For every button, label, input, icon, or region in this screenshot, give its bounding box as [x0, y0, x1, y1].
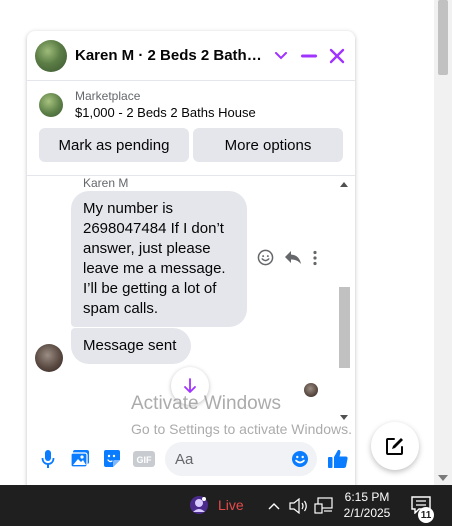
photo-icon[interactable] [69, 448, 91, 470]
listing-panel: Marketplace $1,000 - 2 Beds 2 Baths Hous… [27, 81, 355, 176]
speaker-icon[interactable] [289, 496, 309, 516]
chat-window: Karen M · 2 Beds 2 Baths House Marketpla… [27, 31, 355, 487]
emoji-react-icon[interactable] [257, 249, 274, 271]
sender-avatar[interactable] [35, 344, 63, 372]
chevron-down-icon[interactable] [271, 46, 291, 66]
live-app-icon[interactable] [188, 494, 210, 516]
network-icon[interactable] [314, 496, 334, 516]
listing-thumbnail[interactable] [39, 92, 63, 117]
thumbs-up-icon[interactable] [327, 448, 349, 470]
reply-icon[interactable] [284, 250, 302, 271]
chat-title[interactable]: Karen M · 2 Beds 2 Baths House [75, 47, 263, 64]
message-scrollbar[interactable] [337, 176, 351, 424]
listing-avatar[interactable] [35, 39, 67, 72]
sticker-icon[interactable] [101, 448, 123, 470]
taskbar-clock[interactable]: 6:15 PM 2/1/2025 [340, 489, 394, 521]
message-scrollbar-thumb[interactable] [339, 287, 350, 368]
page-scrollbar[interactable] [434, 0, 452, 485]
message-bubble[interactable]: Message sent [71, 328, 191, 364]
mark-as-pending-button[interactable]: Mark as pending [39, 128, 189, 162]
close-icon[interactable] [327, 46, 347, 66]
message-actions [257, 249, 318, 271]
scroll-to-bottom-button[interactable] [171, 367, 209, 405]
chat-header: Karen M · 2 Beds 2 Baths House [27, 31, 355, 81]
scroll-up-arrow[interactable] [340, 182, 348, 187]
gif-icon[interactable]: GIF [133, 448, 155, 470]
message-input[interactable]: Aa [165, 442, 317, 476]
page-scrollbar-thumb[interactable] [438, 0, 448, 75]
message-list: Karen M My number is 2698047484 If I don… [27, 176, 355, 424]
page-scroll-down-arrow[interactable] [438, 475, 448, 481]
new-message-button[interactable] [371, 422, 419, 470]
message-input-placeholder[interactable]: Aa [175, 451, 291, 468]
composer-bar: GIF Aa [27, 436, 355, 482]
taskbar: Live 6:15 PM 2/1/2025 11 [0, 485, 452, 526]
listing-source-label: Marketplace [75, 89, 141, 103]
sender-name: Karen M [83, 176, 129, 190]
live-label-text: Live [218, 497, 244, 513]
live-label[interactable]: Live [218, 497, 244, 513]
notification-count-badge: 11 [418, 507, 434, 523]
arrow-down-icon [184, 378, 196, 393]
listing-price-title[interactable]: $1,000 - 2 Beds 2 Baths House [75, 105, 256, 120]
scroll-down-arrow[interactable] [340, 415, 348, 420]
minimize-icon[interactable] [299, 46, 319, 66]
svg-text:GIF: GIF [137, 455, 153, 465]
message-bubble[interactable]: My number is 2698047484 If I don’t answe… [71, 191, 247, 327]
read-receipt-avatar [304, 383, 318, 397]
more-options-button[interactable]: More options [193, 128, 343, 162]
microphone-icon[interactable] [37, 448, 59, 470]
clock-date: 2/1/2025 [343, 506, 391, 520]
compose-icon [386, 438, 403, 455]
chevron-up-icon[interactable] [266, 498, 282, 514]
more-icon[interactable] [312, 250, 318, 271]
clock-time: 6:15 PM [344, 490, 390, 504]
emoji-icon [292, 451, 308, 467]
